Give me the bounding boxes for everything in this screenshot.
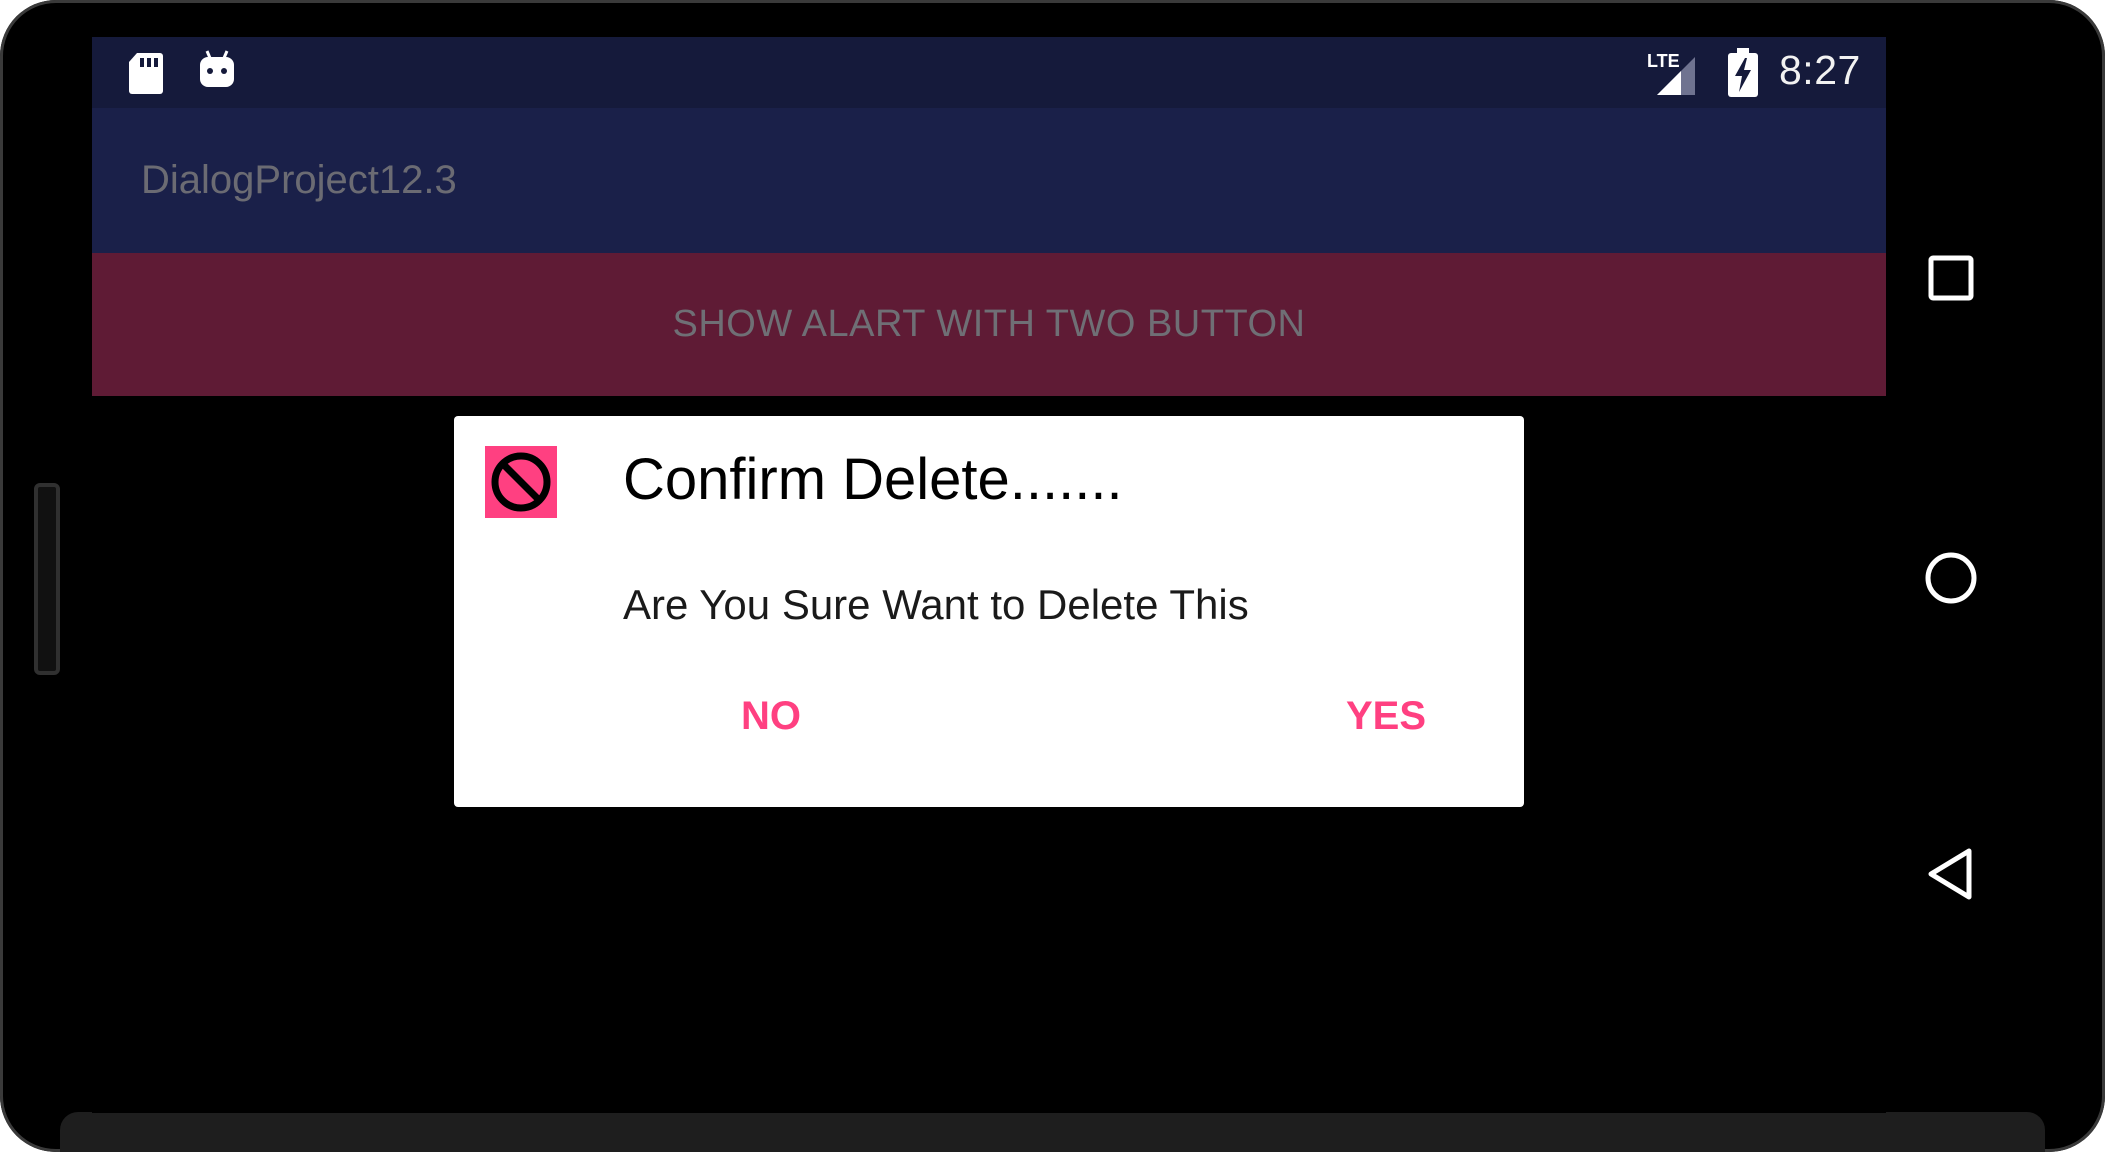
status-clock: 8:27 xyxy=(1779,47,1861,93)
device-side-button xyxy=(34,483,60,675)
sd-card-icon xyxy=(128,51,164,100)
show-alert-button[interactable]: SHOW ALART WITH TWO BUTTON xyxy=(92,253,1886,396)
back-triangle-icon[interactable] xyxy=(1925,846,1977,907)
home-circle-icon[interactable] xyxy=(1923,550,1979,611)
svg-text:LTE: LTE xyxy=(1647,51,1680,71)
android-debug-icon xyxy=(199,49,235,98)
dialog-message: Are You Sure Want to Delete This xyxy=(623,581,1249,628)
show-alert-button-label: SHOW ALART WITH TWO BUTTON xyxy=(672,303,1306,345)
battery-charging-icon xyxy=(1728,48,1758,103)
app-title: DialogProject12.3 xyxy=(141,158,457,202)
confirm-delete-dialog: Confirm Delete....... Are You Sure Want … xyxy=(454,416,1524,807)
device-frame: LTE 8:27 DialogProject12.3 SHOW ALART WI… xyxy=(0,0,2105,1152)
yes-button[interactable]: YES xyxy=(1346,694,1426,739)
block-icon xyxy=(485,446,557,518)
recents-square-icon[interactable] xyxy=(1926,253,1976,308)
device-bottom-bezel xyxy=(60,1112,2045,1152)
status-bar: LTE 8:27 xyxy=(92,37,1886,108)
no-button[interactable]: NO xyxy=(741,694,801,739)
app-bar: DialogProject12.3 xyxy=(92,108,1886,253)
dialog-title: Confirm Delete....... xyxy=(623,447,1123,512)
device-screen: LTE 8:27 DialogProject12.3 SHOW ALART WI… xyxy=(92,37,1886,1113)
lte-signal-icon: LTE xyxy=(1647,49,1703,106)
